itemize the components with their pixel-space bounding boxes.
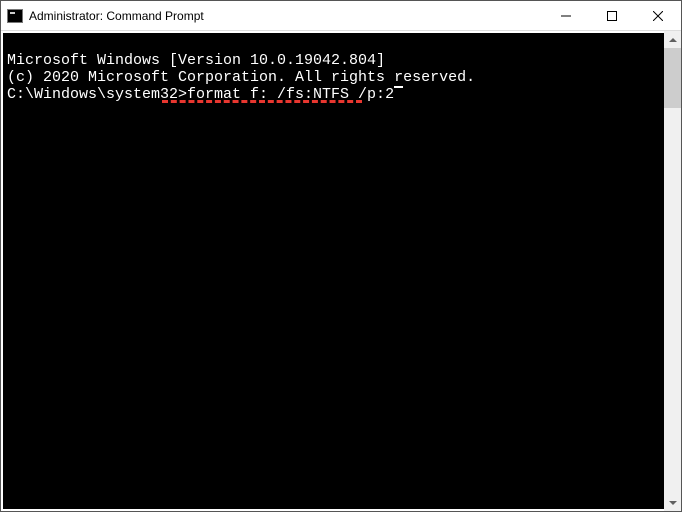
content-area: Microsoft Windows [Version 10.0.19042.80… [1, 31, 681, 511]
scroll-thumb[interactable] [664, 48, 681, 108]
window-title: Administrator: Command Prompt [29, 9, 204, 23]
text-cursor [394, 86, 403, 88]
output-line: (c) 2020 Microsoft Corporation. All righ… [7, 69, 660, 86]
titlebar[interactable]: Administrator: Command Prompt [1, 1, 681, 31]
titlebar-left: Administrator: Command Prompt [1, 9, 204, 23]
output-line: Microsoft Windows [Version 10.0.19042.80… [7, 52, 660, 69]
prompt-text: C:\Windows\system32> [7, 86, 187, 103]
scroll-down-button[interactable] [664, 494, 681, 511]
maximize-button[interactable] [589, 1, 635, 31]
vertical-scrollbar[interactable] [664, 31, 681, 511]
command-prompt-window: Administrator: Command Prompt Microsoft … [0, 0, 682, 512]
terminal-output[interactable]: Microsoft Windows [Version 10.0.19042.80… [3, 33, 664, 509]
annotation-underline [162, 100, 362, 103]
cmd-icon [7, 9, 23, 23]
minimize-button[interactable] [543, 1, 589, 31]
window-controls [543, 1, 681, 30]
scroll-up-button[interactable] [664, 31, 681, 48]
close-button[interactable] [635, 1, 681, 31]
